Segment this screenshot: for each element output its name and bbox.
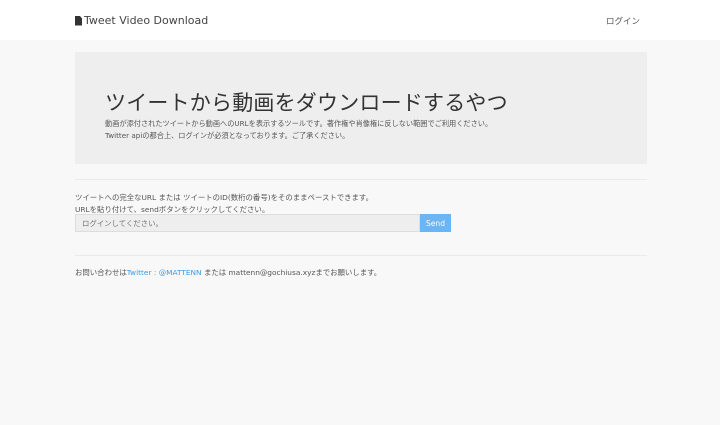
contact-text: お問い合わせはTwitter : @MATTENN または mattenn@go… bbox=[75, 267, 381, 278]
twitter-link[interactable]: Twitter : @MATTENN bbox=[127, 268, 202, 277]
send-button[interactable]: Send bbox=[420, 214, 451, 232]
file-icon bbox=[75, 15, 82, 26]
hero: ツイートから動画をダウンロードするやつ 動画が添付されたツイートから動画へのUR… bbox=[75, 52, 647, 164]
brand-link[interactable]: Tweet Video Download bbox=[75, 14, 208, 27]
brand-label: Tweet Video Download bbox=[84, 14, 209, 27]
navbar: Tweet Video Download ログイン bbox=[0, 0, 720, 40]
contact-suffix: または mattenn@gochiusa.xyzまでお願いします。 bbox=[201, 268, 382, 277]
hero-description: 動画が添付されたツイートから動画へのURLを表示するツールです。著作権や肖像権に… bbox=[105, 119, 493, 128]
divider bbox=[75, 255, 647, 256]
url-input[interactable] bbox=[75, 214, 420, 232]
login-link[interactable]: ログイン bbox=[606, 15, 640, 27]
help-text: ツイートへの完全なURL または ツイートのID(数桁の番号)をそのままペースト… bbox=[75, 193, 373, 202]
divider bbox=[75, 179, 647, 180]
contact-prefix: お問い合わせは bbox=[75, 268, 127, 277]
page-title: ツイートから動画をダウンロードするやつ bbox=[105, 91, 508, 115]
hero-note: Twitter apiの都合上、ログインが必須となっております。ご了承ください。 bbox=[105, 131, 350, 140]
